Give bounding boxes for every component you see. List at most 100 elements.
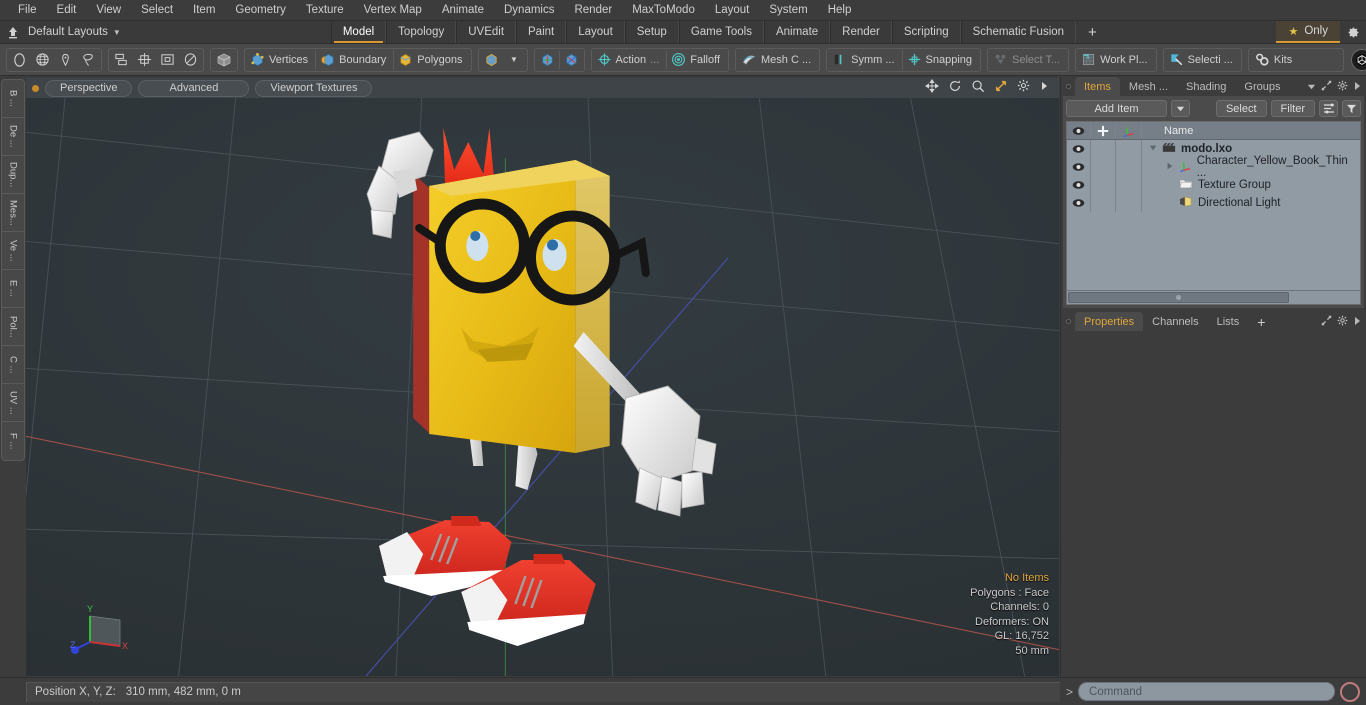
menu-item-help[interactable]: Help — [818, 0, 862, 21]
tab-mesh-ops[interactable]: Mesh ... — [1120, 77, 1177, 96]
move-cross-icon[interactable] — [1091, 122, 1116, 139]
pen-icon[interactable] — [54, 49, 77, 71]
vtab-duplicate[interactable]: Dup... — [2, 156, 24, 194]
menu-item-file[interactable]: File — [8, 0, 47, 21]
selection-set-button[interactable]: Selecti ... — [1165, 49, 1240, 71]
eye-icon[interactable] — [1067, 122, 1091, 139]
tab-animate[interactable]: Animate — [763, 21, 831, 43]
chevron-right-icon[interactable] — [1166, 161, 1174, 173]
menu-item-render[interactable]: Render — [564, 0, 622, 21]
row-visibility-toggle[interactable] — [1067, 176, 1091, 194]
chevron-down-icon[interactable] — [1307, 78, 1316, 96]
vtab-vertex[interactable]: Ve ... — [2, 232, 24, 270]
funnel-icon[interactable] — [1342, 100, 1361, 117]
chevron-right-icon[interactable] — [1039, 79, 1049, 97]
tab-scripting[interactable]: Scripting — [891, 21, 961, 43]
menu-item-select[interactable]: Select — [131, 0, 183, 21]
tab-game-tools[interactable]: Game Tools — [678, 21, 764, 43]
gear-icon[interactable] — [1017, 79, 1030, 97]
home-up-icon[interactable] — [0, 21, 26, 43]
kits-button[interactable]: Kits — [1250, 49, 1299, 71]
add-item-button[interactable]: Add Item — [1066, 100, 1167, 117]
fit-icon[interactable] — [994, 79, 1008, 98]
axis-gizmo[interactable]: Y X Z — [68, 602, 138, 664]
select-button[interactable]: Select — [1215, 100, 1267, 117]
panel-menu-dot[interactable] — [1061, 77, 1075, 96]
command-input[interactable]: Command — [1078, 682, 1335, 701]
add-panel-tab-button[interactable]: + — [1248, 312, 1274, 331]
element-box-icon[interactable] — [156, 49, 179, 71]
gear-icon[interactable] — [1337, 78, 1348, 96]
3d-viewport[interactable]: Y X Z No Items Polygons : Face Channels:… — [26, 98, 1059, 676]
items-tree-list[interactable]: Name modo.lxo Character_Yellow_Book_Thin… — [1066, 121, 1361, 305]
tab-model[interactable]: Model — [330, 21, 387, 43]
only-toggle-button[interactable]: ★ Only — [1276, 21, 1340, 43]
panel-menu-dot[interactable] — [1061, 312, 1075, 331]
tab-uvedit[interactable]: UVEdit — [456, 21, 517, 43]
default-layouts-dropdown[interactable]: Default Layouts ▼ — [26, 21, 131, 43]
row-visibility-toggle[interactable] — [1067, 140, 1091, 158]
menu-item-animate[interactable]: Animate — [432, 0, 494, 21]
expand-icon[interactable] — [1321, 78, 1332, 96]
tab-lists[interactable]: Lists — [1208, 312, 1249, 331]
vertices-mode-button[interactable]: Vertices — [246, 49, 315, 71]
filter-button[interactable]: Filter — [1270, 100, 1315, 117]
cube-solid-icon[interactable] — [212, 49, 236, 71]
menu-item-system[interactable]: System — [759, 0, 817, 21]
tab-paint[interactable]: Paint — [516, 21, 567, 43]
mesh-constraint-button[interactable]: Mesh C ... — [737, 49, 818, 71]
vtab-basic[interactable]: B ... — [2, 80, 24, 118]
modo-logo-icon[interactable] — [1350, 48, 1366, 71]
symmetry-button[interactable]: Symm ... — [828, 49, 901, 71]
menu-item-maxtomodo[interactable]: MaxToModo — [622, 0, 705, 21]
cube-dropdown-icon[interactable] — [480, 49, 503, 71]
viewport-textures-button[interactable]: Viewport Textures — [255, 79, 373, 97]
viewport-projection-button[interactable]: Perspective — [45, 79, 133, 97]
chevron-down-icon[interactable] — [1149, 143, 1157, 155]
axis-icon[interactable] — [1116, 122, 1142, 139]
tab-setup[interactable]: Setup — [624, 21, 679, 43]
tab-items[interactable]: Items — [1075, 77, 1120, 96]
expand-icon[interactable] — [1321, 313, 1332, 331]
menu-item-texture[interactable]: Texture — [296, 0, 354, 21]
tab-shading[interactable]: Shading — [1177, 77, 1235, 96]
viewport-shading-button[interactable]: Advanced — [138, 79, 250, 97]
chevron-right-icon[interactable] — [1353, 78, 1361, 96]
vtab-edge[interactable]: E ... — [2, 270, 24, 308]
tab-properties[interactable]: Properties — [1075, 312, 1144, 331]
vtab-mesh-edit[interactable]: Mes... — [2, 194, 24, 232]
rotate-icon[interactable] — [948, 79, 962, 98]
menu-item-geometry[interactable]: Geometry — [225, 0, 296, 21]
axis-a-icon[interactable] — [536, 49, 559, 71]
vtab-polygon[interactable]: Pol... — [2, 308, 24, 346]
viewport-menu-dot[interactable] — [32, 84, 39, 92]
chevron-down-icon[interactable]: ▼ — [503, 49, 526, 71]
vtab-uv[interactable]: UV ... — [2, 384, 24, 422]
menu-item-edit[interactable]: Edit — [47, 0, 87, 21]
add-item-dropdown-button[interactable] — [1170, 100, 1190, 117]
select-through-button[interactable]: Select T... — [989, 49, 1067, 71]
table-row[interactable]: Directional Light — [1067, 194, 1360, 212]
list-options-icon[interactable] — [1319, 100, 1338, 117]
scrollbar-thumb[interactable] — [1068, 292, 1290, 303]
row-visibility-toggle[interactable] — [1067, 194, 1091, 212]
tab-schematic-fusion[interactable]: Schematic Fusion — [960, 21, 1077, 43]
menu-item-dynamics[interactable]: Dynamics — [494, 0, 564, 21]
row-visibility-toggle[interactable] — [1067, 158, 1091, 176]
vtab-fusion[interactable]: F ... — [2, 422, 24, 460]
element-move-icon[interactable] — [110, 49, 133, 71]
items-list-horizontal-scrollbar[interactable] — [1067, 290, 1360, 304]
tab-layout[interactable]: Layout — [566, 21, 625, 43]
lasso-icon[interactable] — [77, 49, 100, 71]
vtab-curve[interactable]: C ... — [2, 346, 24, 384]
circle-icon[interactable] — [8, 49, 31, 71]
zoom-icon[interactable] — [971, 79, 985, 98]
menu-item-layout[interactable]: Layout — [705, 0, 760, 21]
tab-channels[interactable]: Channels — [1143, 312, 1207, 331]
action-center-button[interactable]: Action ... — [593, 49, 667, 71]
gear-icon[interactable] — [1340, 21, 1366, 43]
element-center-icon[interactable] — [133, 49, 156, 71]
polygons-mode-button[interactable]: Polygons — [394, 49, 469, 71]
tab-render[interactable]: Render — [830, 21, 892, 43]
tab-topology[interactable]: Topology — [386, 21, 457, 43]
